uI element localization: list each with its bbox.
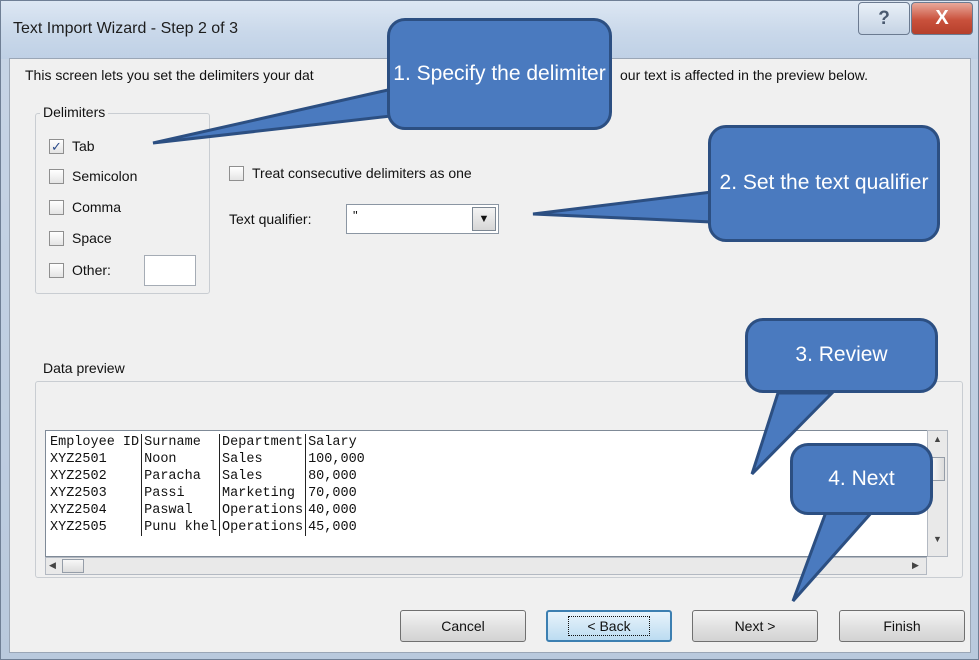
callout-2-pointer <box>532 190 714 224</box>
callout-specify-delimiter: 1. Specify the delimiter <box>387 18 612 130</box>
callout-4-pointer <box>791 510 876 602</box>
callout-1-pointer <box>152 82 413 145</box>
callout-next: 4. Next <box>790 443 933 515</box>
callout-text-qualifier: 2. Set the text qualifier <box>708 125 940 242</box>
callout-review: 3. Review <box>745 318 938 393</box>
